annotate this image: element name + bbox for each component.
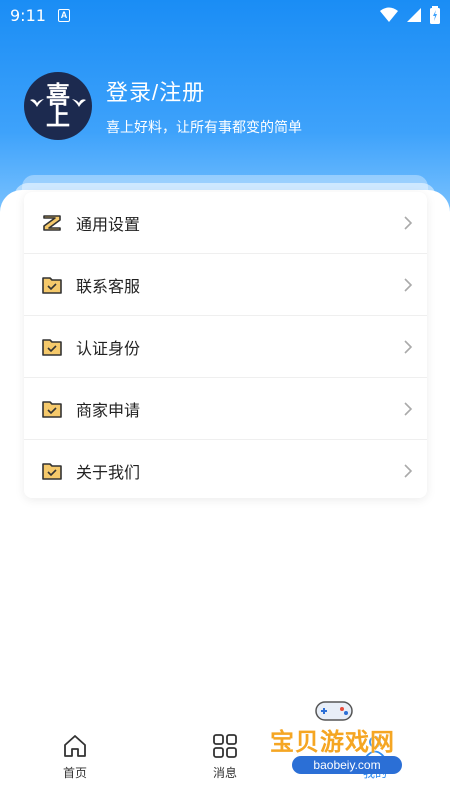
menu-item-verify-identity[interactable]: 认证身份 [24,316,427,378]
menu-item-merchant-application[interactable]: 商家申请 [24,378,427,440]
wifi-icon [380,7,398,22]
chevron-right-icon [404,277,413,292]
watermark-logo: 宝贝游戏网 baobeiy.com [270,696,420,786]
login-register-link[interactable]: 登录/注册 [106,75,302,107]
menu-item-label: 关于我们 [76,465,141,482]
gamepad-icon [315,701,353,721]
avatar-text-bottom: 上 [46,102,70,131]
menu-item-general-settings[interactable]: 通用设置 [24,192,427,254]
home-icon [64,735,86,757]
chevron-right-icon [404,339,413,354]
settings-menu: 通用设置 联系客服 认证身份 商家申请 关于我们 [24,192,427,498]
menu-item-contact-support[interactable]: 联系客服 [24,254,427,316]
grid-icon [213,734,237,758]
signal-icon [407,8,421,22]
profile-slogan: 喜上好料，让所有事都变的简单 [106,119,302,135]
tab-label: 消息 [212,766,237,780]
status-icons [380,6,440,24]
settings-z-icon [40,211,64,235]
battery-icon [430,6,440,24]
menu-item-label: 商家申请 [76,402,141,420]
folder-check-icon [40,459,64,483]
chevron-right-icon [404,464,413,478]
tab-home[interactable]: 首页 [0,720,150,800]
folder-check-icon [40,335,64,359]
menu-item-label: 联系客服 [76,278,141,296]
menu-item-label: 通用设置 [76,216,141,234]
notification-icon: A [58,9,70,22]
chevron-right-icon [404,401,413,416]
tab-label: 首页 [62,766,87,780]
folder-check-icon [40,397,64,421]
avatar[interactable]: 喜 上 [24,72,92,140]
status-bar: 9:11 A [0,0,450,32]
chevron-right-icon [404,215,413,230]
status-time: 9:11 [10,6,46,25]
watermark-text: 宝贝游戏网 [270,729,395,756]
folder-check-icon [40,273,64,297]
bird-icon [30,99,44,107]
bird-icon [72,99,86,107]
watermark-url: baobeiy.com [292,756,402,774]
menu-item-about-us[interactable]: 关于我们 [24,440,427,502]
menu-item-label: 认证身份 [76,340,141,358]
profile-header[interactable]: 喜 上 登录/注册 喜上好料，让所有事都变的简单 [24,72,302,140]
